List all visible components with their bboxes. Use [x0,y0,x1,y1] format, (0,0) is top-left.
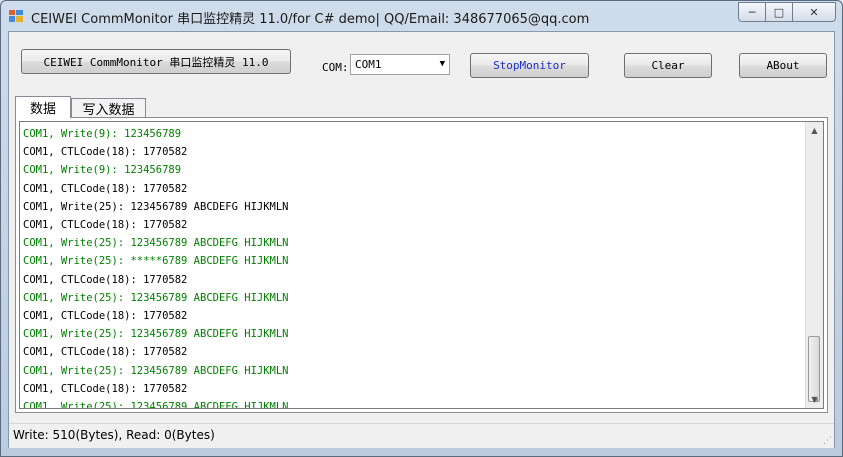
chevron-down-icon: ▼ [439,59,445,69]
log-line: COM1, CTLCode(18): 1770582 [23,182,188,195]
log-line: COM1, Write(25): 123456789 ABCDEFG HIJKM… [23,401,289,409]
log-line: COM1, CTLCode(18): 1770582 [23,310,188,323]
app-window: CEIWEI CommMonitor 串口监控精灵 11.0/for C# de… [0,0,843,457]
com-label: COM: [322,61,349,74]
com-port-select[interactable]: COM1 ▼ [350,54,450,75]
vertical-scrollbar[interactable]: ▲ ≡ ▼ [805,122,823,408]
window-controls: ─ □ ✕ [738,2,836,22]
about-button[interactable]: ABout [739,53,827,78]
resize-grip-icon[interactable]: ⋰ [823,436,832,446]
tab-data[interactable]: 数据 [15,96,71,118]
app-name-button[interactable]: CEIWEI CommMonitor 串口监控精灵 11.0 [21,49,291,74]
status-text: Write: 510(Bytes), Read: 0(Bytes) [13,428,215,442]
close-button[interactable]: ✕ [792,2,836,22]
log-line: COM1, Write(25): 123456789 ABCDEFG HIJKM… [23,200,289,213]
log-line: COM1, CTLCode(18): 1770582 [23,273,188,286]
com-port-value: COM1 [355,58,382,71]
log-lines: COM1, Write(9): 123456789 COM1, CTLCode(1… [23,125,289,409]
tab-panel: COM1, Write(9): 123456789 COM1, CTLCode(1… [15,117,828,413]
minimize-button[interactable]: ─ [738,2,766,22]
tab-write-data[interactable]: 写入数据 [71,98,146,118]
minimize-icon: ─ [748,5,756,19]
log-line: COM1, Write(25): 123456789 ABCDEFG HIJKM… [23,237,289,250]
log-line: COM1, Write(25): 123456789 ABCDEFG HIJKM… [23,328,289,341]
client-area: CEIWEI CommMonitor 串口监控精灵 11.0 COM: COM1… [8,31,835,448]
log-line: COM1, CTLCode(18): 1770582 [23,346,188,359]
stop-monitor-button[interactable]: StopMonitor [470,53,589,78]
title-bar[interactable]: CEIWEI CommMonitor 串口监控精灵 11.0/for C# de… [1,1,842,31]
log-line: COM1, Write(9): 123456789 [23,164,182,177]
log-line: COM1, Write(25): *****6789 ABCDEFG HIJKM… [23,255,289,268]
log-line: COM1, Write(9): 123456789 [23,128,182,140]
log-line: COM1, CTLCode(18): 1770582 [23,146,188,159]
close-icon: ✕ [809,5,819,19]
maximize-button[interactable]: □ [765,2,793,22]
app-icon [9,10,23,22]
maximize-icon: □ [773,5,785,19]
log-line: COM1, Write(25): 123456789 ABCDEFG HIJKM… [23,291,289,304]
scroll-down-icon[interactable]: ▼ [806,391,823,408]
log-textbox[interactable]: COM1, Write(9): 123456789 COM1, CTLCode(1… [19,121,824,409]
status-bar: Write: 510(Bytes), Read: 0(Bytes) ⋰ [9,423,834,448]
window-title: CEIWEI CommMonitor 串口监控精灵 11.0/for C# de… [31,12,590,27]
log-line: COM1, Write(25): 123456789 ABCDEFG HIJKM… [23,364,289,377]
log-line: COM1, CTLCode(18): 1770582 [23,382,188,395]
log-line: COM1, CTLCode(18): 1770582 [23,219,188,232]
scroll-up-icon[interactable]: ▲ [806,122,823,139]
clear-button[interactable]: Clear [624,53,712,78]
